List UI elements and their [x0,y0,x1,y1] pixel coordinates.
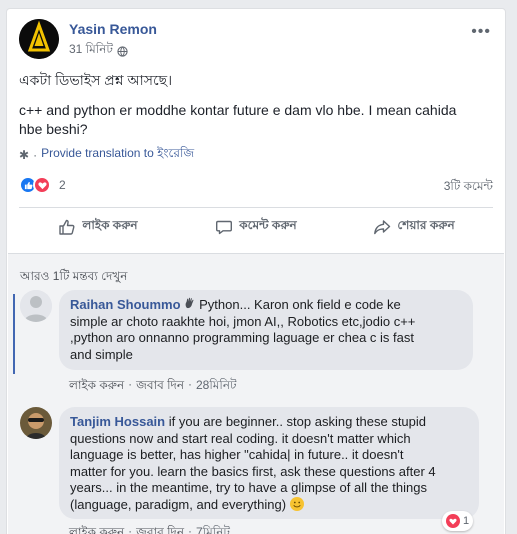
comment-thread-line [13,294,15,374]
share-button[interactable]: শেয়ার করুন [335,212,493,242]
smile-emoji-icon [289,496,304,511]
comment-like-link[interactable]: লাইক করুন [69,377,124,397]
comment-text-line: Python... Karon onk field e code ke [195,297,401,312]
comment-text-line: if you are beginner.. stop asking these … [165,414,427,429]
reaction-count[interactable]: 2 [59,178,66,192]
globe-icon [117,45,128,57]
post-author[interactable]: Yasin Remon [69,21,157,37]
post-text-line-2: c++ and python er moddhe kontar future e… [19,102,457,118]
comment-label: কমেন্ট করুন [239,218,297,232]
like-button[interactable]: লাইক করুন [19,212,177,242]
profile-photo-icon [20,407,52,439]
view-more-comments-link[interactable]: আরও 1টি মন্তব্য দেখুন [20,268,127,288]
like-label: লাইক করুন [82,218,138,232]
gear-icon[interactable]: ✱ [19,148,29,162]
avatar-logo-icon [19,19,59,59]
comment-text-line: and simple [70,346,133,362]
comment-reaction-badge[interactable]: 1 [442,511,474,531]
comment-text-line: questions now and start real coding. it … [70,430,411,446]
comment-time[interactable]: 7মিনিট [196,524,230,534]
comment-icon [216,220,233,235]
comment-button[interactable]: কমেন্ট করুন [177,212,335,242]
share-icon [374,220,391,235]
comment-text-line: simple ar choto raakhte hoi, jmon AI,, R… [70,313,416,329]
default-avatar-icon [20,290,52,322]
provide-translation-link[interactable]: Provide translation to ইংরেজি [41,145,194,165]
comment-reaction-count: 1 [463,515,470,527]
comment-meta: লাইক করুন · জবাব দিন · 7মিনিট [69,524,230,534]
post-text-line-1: একটা ডিভাইস প্রশ্ন আসছে। [19,72,173,88]
post-actions: লাইক করুন কমেন্ট করুন শেয়ার করুন [19,212,493,242]
comment-meta: লাইক করুন · জবাব দিন · 28মিনিট [69,377,237,397]
comment-author[interactable]: Raihan Shoummo [70,297,181,312]
comment-text-line: ,python aro onnanno programming laguage … [70,330,414,345]
translate-row: ✱ · Provide translation to ইংরেজি [19,145,194,165]
comment-text-line: (language, paradigm, and everything) [70,496,290,512]
comment-reply-link[interactable]: জবাব দিন [136,524,184,534]
post-text-line-3: hbe beshi? [19,121,88,137]
divider-top [19,207,493,208]
post-time-text[interactable]: 31 মিনিট [69,41,113,61]
love-reaction-icon [446,514,460,528]
translate-separator: · [33,148,38,162]
author-avatar[interactable] [19,19,59,59]
comment-reply-link[interactable]: জবাব দিন [136,377,184,397]
comment-text-line: matter for you. learn the basics first, … [70,463,436,479]
comment-count[interactable]: 3টি কমেন্ট [444,178,493,198]
comment-author[interactable]: Tanjim Hossain [70,414,165,429]
comment-bubble: Raihan Shoummo Python... Karon onk field… [59,290,473,370]
comment-time[interactable]: 28মিনিট [196,377,237,397]
post-header: Yasin Remon 31 মিনিট ••• [19,19,493,63]
reaction-icons[interactable] [19,176,51,194]
reactions-bar: 2 3টি কমেন্ট [19,176,493,196]
comment-text-line: language is better, has higher "cahida| … [70,447,404,462]
post-card: Yasin Remon 31 মিনিট ••• একটা ডিভাইস প্র… [6,8,506,534]
commenter-avatar[interactable] [20,290,52,322]
more-options-icon[interactable]: ••• [471,23,491,41]
commenter-avatar[interactable] [20,407,52,439]
comment-bubble: Tanjim Hossain if you are beginner.. sto… [59,407,479,519]
wave-icon [184,297,196,314]
comments-section: আরও 1টি মন্তব্য দেখুন Raihan Shoummo Pyt… [8,253,504,534]
share-label: শেয়ার করুন [397,218,455,232]
thumbs-up-icon [59,219,75,235]
comment-text-line: years... in the meantime, try to have a … [70,480,427,495]
love-reaction-icon [33,176,51,194]
comment-like-link[interactable]: লাইক করুন [69,524,124,534]
post-timestamp[interactable]: 31 মিনিট [69,41,128,61]
